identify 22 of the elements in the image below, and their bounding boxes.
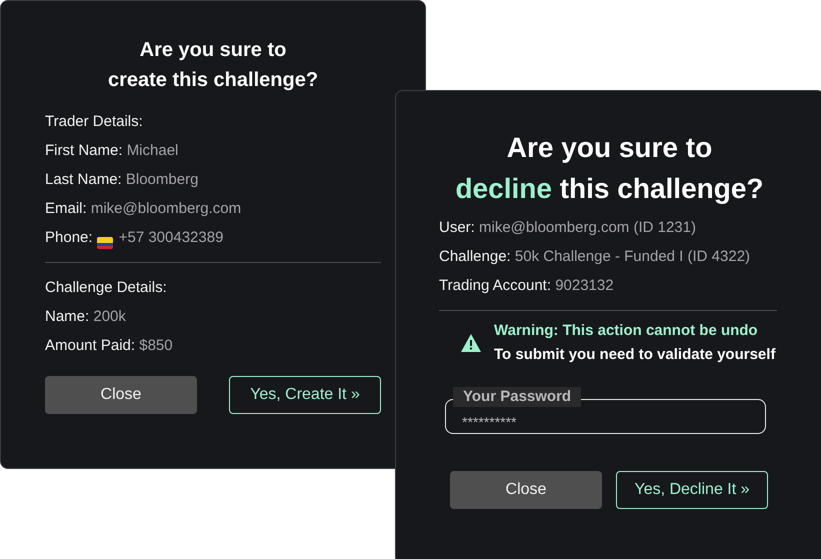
password-label: Your Password <box>453 387 582 407</box>
warning-text: Warning: This action cannot be undo <box>494 321 758 341</box>
detail-line: Phone: +57 300432389 <box>45 223 224 252</box>
detail-line: Challenge: 50k Challenge - Funded I (ID 4322) <box>439 247 750 267</box>
detail-line: First Name: Michael <box>45 141 178 161</box>
detail-line: Amount Paid: $850 <box>45 336 173 356</box>
warning-icon <box>461 334 481 352</box>
instruction-text: To submit you need to validate yourself <box>494 345 776 365</box>
detail-line: User: mike@bloomberg.com (ID 1231) <box>439 218 696 238</box>
section-heading: Challenge Details: <box>45 278 167 298</box>
detail-line: Email: mike@bloomberg.com <box>45 199 242 219</box>
detail-line: Last Name: Bloomberg <box>45 170 198 190</box>
detail-line: Trading Account: 9023132 <box>439 276 614 296</box>
close-button[interactable]: Close <box>45 376 197 414</box>
dialog-title: Are you sure to create this challenge? <box>108 38 318 93</box>
detail-line: Name: 200k <box>45 307 126 327</box>
confirm-button[interactable]: Yes, Decline It » <box>616 471 768 509</box>
close-button[interactable]: Close <box>450 471 602 509</box>
section-heading: Trader Details: <box>45 112 143 132</box>
confirm-button[interactable]: Yes, Create It » <box>229 376 381 414</box>
dialog-title: Are you sure to decline this challenge? <box>455 131 764 206</box>
colombia-flag-icon <box>96 237 113 249</box>
